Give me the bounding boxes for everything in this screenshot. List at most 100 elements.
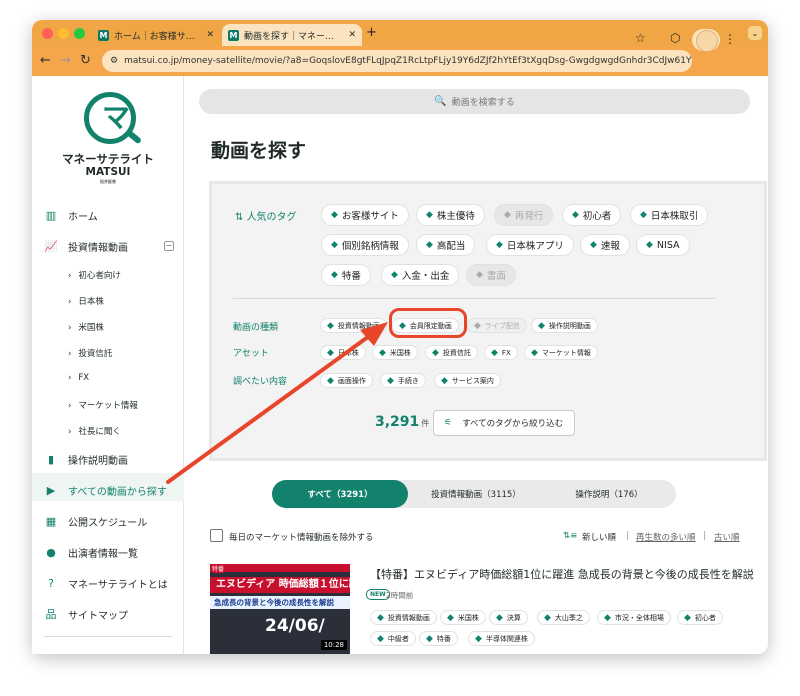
close-tab-icon[interactable]: ✕ [206,30,214,40]
sidebar-item-how-to-videos[interactable]: ▮ 操作説明動画 [44,449,128,469]
chart-icon: 📈 [44,239,58,253]
tag-live[interactable]: ◆ ライブ配信 [467,318,527,333]
sidebar-subitem-fx[interactable]: › FX [68,373,89,383]
tag-icon: ◆ [491,347,498,358]
sidebar-item-all-videos[interactable]: ▶ すべての動画から探す [44,480,167,500]
video-icon: ▶ [46,483,56,497]
sort-newest[interactable]: 新しい順 [582,531,616,543]
sidebar-subitem-us-stocks[interactable]: › 米国株 [68,321,104,333]
tag-icon: ◆ [327,320,334,331]
video-thumbnail[interactable]: 特番 エヌビディア 時価総額１位に躍進 急成長の背景と今後の成長性を解説 24/… [210,564,350,654]
sidebar-subitem-ask-president[interactable]: › 社長に聞く [68,425,121,437]
popular-tags-label: ⇅ 人気のタグ [235,212,297,223]
video-tag[interactable]: ◆ 投資情報動画 [370,610,437,625]
tag-icon: ◆ [426,240,433,250]
tag-special[interactable]: ◆ 特番 [321,264,371,286]
tag-investment-info[interactable]: ◆ 投資情報動画 [320,318,387,333]
reload-icon[interactable]: ↻ [80,53,91,68]
site-info-icon[interactable]: ⚙ [110,56,118,66]
sort-oldest[interactable]: 古い順 [714,531,740,543]
new-tab-icon[interactable]: + [366,25,377,40]
tab-all[interactable]: すべて（3291） [272,480,408,508]
video-tag[interactable]: ◆ 特番 [419,631,458,646]
sort-most-viewed[interactable]: 再生数の多い順 [636,531,696,543]
tag-icon: ◆ [496,240,503,250]
extensions-icon[interactable]: ⬡ [670,31,680,45]
tab-how-to[interactable]: 操作説明（176） [544,480,674,508]
exclude-market-checkbox[interactable] [210,529,223,542]
video-tag[interactable]: ◆ 大山季之 [537,610,590,625]
tag-documents[interactable]: ◆ 書面 [466,264,516,286]
tag-icon: ◆ [391,270,398,280]
sidebar-subitem-funds[interactable]: › 投資信託 [68,347,112,359]
address-toolbar: ← → ↻ ⚙ matsui.co.jp/money-satellite/mov… [32,46,768,76]
video-tag[interactable]: ◆ 中級者 [370,631,416,646]
video-title[interactable]: 【特番】エヌビディア時価総額1位に躍進 急成長の背景と今後の成長性を解説 [370,566,754,582]
sidebar-item-performers[interactable]: ● 出演者情報一覧 [44,542,138,562]
close-tab-icon[interactable]: ✕ [348,30,356,40]
profile-avatar[interactable] [692,29,720,52]
tab-search-icon[interactable]: ⌄ [748,26,762,40]
tab-title: ホーム｜お客様サイト [114,31,201,42]
video-tag[interactable]: ◆ 市況・全体相場 [597,610,671,625]
tag-procedures[interactable]: ◆ 手続き [380,373,426,388]
video-tag[interactable]: ◆ 半導体関連株 [468,631,535,646]
browser-menu-icon[interactable]: ⋮ [724,32,736,46]
tag-japan-stocks[interactable]: ◆ 日本株 [320,345,366,360]
tag-deposit-withdraw[interactable]: ◆ 入金・出金 [381,264,460,286]
tag-shareholder-benefits[interactable]: ◆ 株主優待 [416,204,485,226]
filter-divider [233,298,715,299]
person-icon: ● [46,545,56,559]
tag-breaking[interactable]: ◆ 速報 [580,234,630,256]
tag-customer-site[interactable]: ◆ お客様サイト [321,204,409,226]
address-bar[interactable]: ⚙ matsui.co.jp/money-satellite/movie/?a8… [102,50,692,72]
tab-home[interactable]: M ホーム｜お客様サイト ✕ [92,24,220,46]
tag-icon: ◆ [640,210,647,220]
tag-how-to[interactable]: ◆ 操作説明動画 [531,318,598,333]
video-tag[interactable]: ◆ 決算 [489,610,528,625]
sidebar-item-schedule[interactable]: ▦ 公開スケジュール [44,511,148,531]
tag-beginner[interactable]: ◆ 初心者 [562,204,622,226]
tag-us-stocks[interactable]: ◆ 米国株 [372,345,418,360]
maximize-window-button[interactable] [74,28,85,39]
tag-icon: ◆ [590,240,597,250]
asset-label: アセット [233,349,269,359]
page-title: 動画を探す [211,140,307,162]
video-tag[interactable]: ◆ 初心者 [677,610,723,625]
tag-high-dividend[interactable]: ◆ 高配当 [416,234,476,256]
bookmark-star-icon[interactable]: ☆ [635,31,646,45]
sidebar-item-investment-videos[interactable]: 📈 投資情報動画 [44,236,128,256]
tag-reissue[interactable]: ◆ 再発行 [494,204,554,226]
tag-individual-stocks[interactable]: ◆ 個別銘柄情報 [321,234,409,256]
collapse-toggle[interactable]: − [164,241,174,251]
minimize-window-button[interactable] [58,28,69,39]
tag-market-info[interactable]: ◆ マーケット情報 [524,345,598,360]
sidebar-item-home[interactable]: ▥ ホーム [44,205,98,225]
tag-japan-stock-trading[interactable]: ◆ 日本株取引 [630,204,709,226]
back-icon[interactable]: ← [40,53,51,68]
sidebar-subitem-beginner[interactable]: › 初心者向け [68,269,121,281]
video-search-input[interactable]: 🔍 動画を検索する [199,89,750,114]
tag-service-guide[interactable]: ◆ サービス案内 [434,373,501,388]
thumb-band [210,564,350,572]
tag-screen-operation[interactable]: ◆ 画面操作 [320,373,373,388]
tag-icon: ◆ [426,210,433,220]
tag-icon: ◆ [646,240,653,250]
tag-nisa[interactable]: ◆ NISA [636,234,690,256]
video-tag[interactable]: ◆ 米国株 [440,610,486,625]
sidebar-subitem-japan-stocks[interactable]: › 日本株 [68,295,104,307]
forward-icon[interactable]: → [60,53,71,68]
tag-fx[interactable]: ◆ FX [484,345,518,360]
tag-icon: ◆ [572,210,579,220]
tab-movie-search[interactable]: M 動画を探す｜マネーサテライト(マ ✕ [222,24,362,46]
sidebar-item-about[interactable]: ? マネーサテライトとは [44,573,168,593]
sidebar-item-sitemap[interactable]: 品サイトマップ [44,604,129,624]
tag-icon: ◆ [475,633,482,644]
narrow-by-all-tags-button[interactable]: ⚟ すべてのタグから絞り込む [433,410,575,436]
close-window-button[interactable] [42,28,53,39]
tag-japan-stock-app[interactable]: ◆ 日本株アプリ [486,234,574,256]
sidebar-subitem-market-info[interactable]: › マーケット情報 [68,399,138,411]
tab-investment-videos[interactable]: 投資情報動画（3115） [408,480,544,508]
tag-funds[interactable]: ◆ 投資信託 [425,345,478,360]
thumb-headline: エヌビディア 時価総額１位に躍進 [210,577,350,593]
